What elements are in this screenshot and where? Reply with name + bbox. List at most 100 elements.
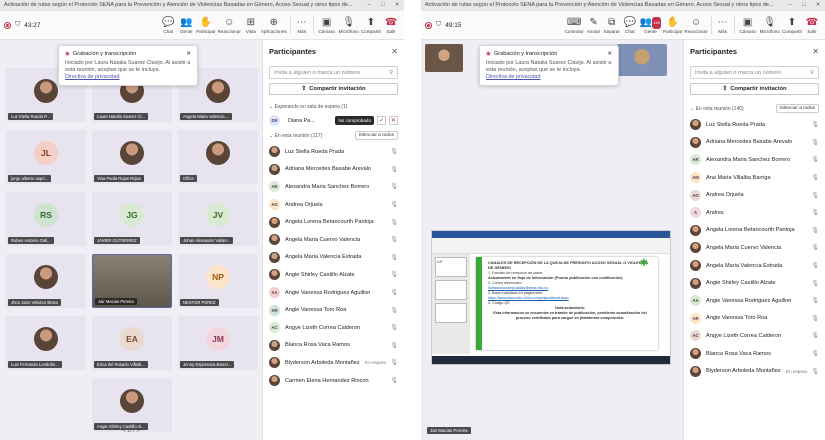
- close-window-icon[interactable]: ✕: [390, 0, 404, 11]
- participant-row[interactable]: AA Angie Vanessa Rodriguez Aguillon 🎙: [263, 284, 404, 302]
- participant-row[interactable]: Luz Stella Rueda Prada 🎙: [263, 143, 404, 161]
- participant-name: Angie Vanessa Toro Roa: [285, 307, 347, 314]
- video-tile[interactable]: Jair Macias Pereira: [92, 254, 172, 308]
- participant-row[interactable]: Angela Maria Cuervo Valencia 🎙: [684, 239, 825, 257]
- participant-row[interactable]: Angela Maria Valencia Estrada 🎙: [263, 249, 404, 267]
- participant-row[interactable]: AO Andrea Orjuela 🎙: [263, 196, 404, 214]
- toolbar-label: Salir: [386, 28, 396, 34]
- video-tile[interactable]: Office: [178, 130, 258, 184]
- vista-button[interactable]: ⊞ Vista: [242, 17, 260, 34]
- in-meeting-section-header[interactable]: ⌄ En esta reunión (117) Silenciar a todo…: [263, 128, 404, 143]
- participant-row[interactable]: Angie Shirley Castillo Alzate 🎙: [684, 274, 825, 292]
- privacy-link[interactable]: Directiva de privacidad: [486, 74, 541, 80]
- microfono-button[interactable]: 🎙 Micrófono: [338, 17, 360, 34]
- gallery-pager[interactable]: < 1/7 >: [0, 428, 262, 434]
- admit-icon[interactable]: ✓: [377, 116, 386, 125]
- teams-window-right: Activación de rutas según el Protocolo S…: [421, 0, 825, 440]
- participant-row[interactable]: Blyderson Arboleda Montañez En espera 🎙: [263, 354, 404, 372]
- salir-button[interactable]: ☎ Salir: [803, 17, 821, 34]
- participant-row[interactable]: AC Angye Lizeth Correa Calderon 🎙: [263, 319, 404, 337]
- participant-row[interactable]: AA Angie Vanessa Rodriguez Aguillon 🎙: [684, 292, 825, 310]
- participant-row[interactable]: AC Angye Lizeth Correa Calderon 🎙: [684, 327, 825, 345]
- popup-close-icon[interactable]: ✕: [607, 51, 612, 57]
- mic-muted-icon: 🎙: [811, 175, 819, 182]
- reaccionar-button[interactable]: ☺ Reaccionar: [683, 17, 708, 34]
- anotar-button[interactable]: ✎ Anotar: [585, 17, 603, 34]
- video-tile[interactable]: Yina Paola Rojas Rojas: [92, 130, 172, 184]
- participant-row[interactable]: Carmen Elena Hernandez Rincon 🎙: [263, 372, 404, 390]
- share-invite-button[interactable]: ⇪ Compartir invitación: [690, 83, 819, 95]
- video-tile[interactable]: NP NESTOR PEREZ: [178, 254, 258, 308]
- maximize-icon[interactable]: □: [376, 0, 390, 11]
- participant-video-thumbnail[interactable]: [425, 44, 463, 72]
- participant-row[interactable]: Blyderson Arboleda Montañez En espera 🎙: [684, 362, 825, 380]
- video-tile[interactable]: JL jorge alberto aspri...: [6, 130, 86, 184]
- share-invite-button[interactable]: ⇪ Compartir invitación: [269, 83, 398, 95]
- microfono-button[interactable]: 🎙 Micrófono: [759, 17, 781, 34]
- avatar: [120, 140, 144, 165]
- video-tile[interactable]: Angie Shirley Castillo Al...: [92, 378, 172, 432]
- reaccionar-button[interactable]: ☺ Reaccionar: [217, 17, 242, 34]
- video-tile[interactable]: JV Johan Alexander Valder...: [178, 192, 258, 246]
- participant-row[interactable]: Angela Lorena Betancourth Pantoja 🎙: [684, 222, 825, 240]
- maximize-icon[interactable]: □: [797, 0, 811, 11]
- compartir-button[interactable]: ⬆ Compartir: [360, 17, 382, 34]
- participant-row[interactable]: Luz Stella Rueda Prada 🎙: [684, 116, 825, 134]
- minimize-icon[interactable]: –: [362, 0, 376, 11]
- video-tile[interactable]: Luis Fernando Londoño...: [6, 316, 86, 370]
- chat-button[interactable]: 💬 Chat: [159, 17, 177, 34]
- initials-avatar: RS: [34, 202, 58, 227]
- participar-button[interactable]: ✋ Participar: [662, 17, 683, 34]
- deny-icon[interactable]: ✕: [389, 116, 398, 125]
- camara-button[interactable]: ▣ Cámara: [316, 17, 338, 34]
- participant-row[interactable]: AR Angie Vanessa Toro Roa 🎙: [684, 310, 825, 328]
- participant-row[interactable]: A Andres 🎙: [684, 204, 825, 222]
- participant-row[interactable]: Angela Lorena Betancourth Pantoja 🎙: [263, 213, 404, 231]
- minimize-icon[interactable]: –: [783, 0, 797, 11]
- close-window-icon[interactable]: ✕: [811, 0, 825, 11]
- participant-row[interactable]: Angela Maria Valencia Estrada 🎙: [684, 257, 825, 275]
- participant-row[interactable]: Blanca Rosa Vaca Ramos 🎙: [263, 337, 404, 355]
- in-meeting-section-header[interactable]: ⌄ En esta reunión (140) Silenciar a todo…: [684, 101, 825, 116]
- popup-close-icon[interactable]: ✕: [186, 51, 191, 57]
- participant-row[interactable]: Angie Shirley Castillo Alzate 🎙: [263, 266, 404, 284]
- compartir-button[interactable]: ⬆ Compartir: [781, 17, 803, 34]
- mute-all-button[interactable]: Silenciar a todos: [775, 104, 819, 113]
- participant-row[interactable]: Blanca Rosa Vaca Ramos 🎙: [684, 345, 825, 363]
- video-tile[interactable]: RS Ruben Antonio Gall...: [6, 192, 86, 246]
- camara-button[interactable]: ▣ Cámara: [737, 17, 759, 34]
- video-tile[interactable]: EA Erica del Rosario Villalb...: [92, 316, 172, 370]
- controlar-button[interactable]: ⌨ Controlar: [564, 17, 585, 34]
- invite-search-input[interactable]: Invita a alguien o marca un número ⚲: [269, 66, 398, 79]
- participant-video-thumbnail[interactable]: [617, 44, 667, 76]
- separar-button[interactable]: ⧉ Separar: [603, 17, 621, 34]
- video-tile[interactable]: JG JAVIER GUTIERREZ: [92, 192, 172, 246]
- participant-row[interactable]: AO Andrea Orjuela 🎙: [684, 186, 825, 204]
- salir-button[interactable]: ☎ Salir: [382, 17, 400, 34]
- waiting-section-header[interactable]: ⌄ Esperando en sala de espera (1): [263, 101, 404, 113]
- participant-row[interactable]: Adriana Mercedes Basabe Arevalo 🎙: [684, 134, 825, 152]
- video-tile[interactable]: JM Jenny Esperanza Barret...: [178, 316, 258, 370]
- chat-button[interactable]: 💬 Chat: [621, 17, 639, 34]
- slide-note: Esta información se encuentra en trámite…: [493, 311, 647, 320]
- mas-button[interactable]: ⋯ Más: [293, 17, 311, 34]
- participant-row[interactable]: AR Alexandra Maria Sanchez Borrero 🎙: [684, 151, 825, 169]
- mas-button[interactable]: ⋯ Más: [714, 17, 732, 34]
- avatar: [120, 388, 144, 413]
- privacy-link[interactable]: Directiva de privacidad: [65, 74, 120, 80]
- participant-row[interactable]: Angela Maria Cuervo Valencia 🎙: [263, 231, 404, 249]
- aplicaciones-button[interactable]: ⊕ Aplicaciones: [260, 17, 288, 34]
- tile-name-label: Jhon Jairo Velasco Bravo: [8, 299, 62, 306]
- participar-button[interactable]: ✋ Participar: [195, 17, 216, 34]
- participant-row[interactable]: AM Ana Maria Villalba Barriga 🎙: [684, 169, 825, 187]
- video-tile[interactable]: Jhon Jairo Velasco Bravo: [6, 254, 86, 308]
- gente-button[interactable]: 👥 Gente: [177, 17, 195, 34]
- participant-row[interactable]: Adriana Mercedes Basabe Arevalo 🎙: [263, 161, 404, 179]
- close-panel-icon[interactable]: ✕: [812, 47, 819, 56]
- invite-search-input[interactable]: Invita a alguien o marca un número ⚲: [690, 66, 819, 79]
- mute-all-button[interactable]: Silenciar a todos: [354, 131, 398, 140]
- close-panel-icon[interactable]: ✕: [391, 47, 398, 56]
- participant-row[interactable]: AR Alexandra Maria Sanchez Borrero 🎙: [263, 178, 404, 196]
- gente-button[interactable]: 👥140 Gente: [639, 16, 662, 34]
- participant-row[interactable]: AR Angie Vanessa Toro Roa 🎙: [263, 301, 404, 319]
